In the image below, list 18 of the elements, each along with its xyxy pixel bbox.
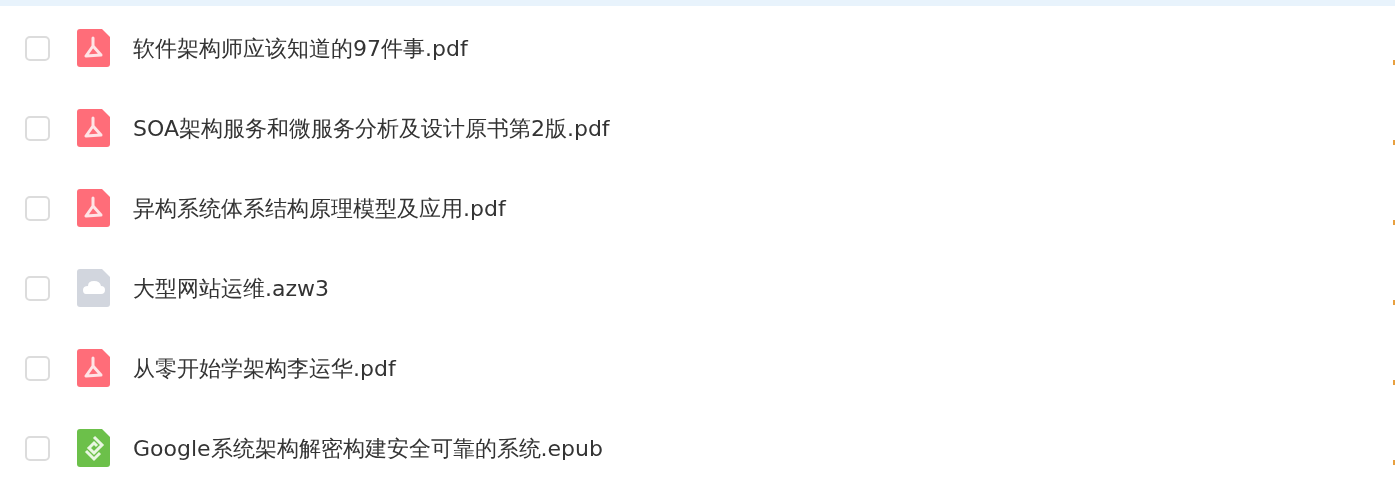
file-name[interactable]: 从零开始学架构李运华.pdf: [133, 351, 396, 385]
checkbox[interactable]: [25, 435, 50, 461]
checkbox[interactable]: [25, 195, 50, 221]
checkbox[interactable]: [25, 115, 50, 141]
pdf-file-icon: [77, 189, 110, 227]
file-name[interactable]: SOA架构服务和微服务分析及设计原书第2版.pdf: [133, 111, 610, 145]
checkbox[interactable]: [25, 355, 50, 381]
file-name[interactable]: 软件架构师应该知道的97件事.pdf: [133, 31, 468, 65]
pdf-file-icon: [77, 29, 110, 67]
checkbox[interactable]: [25, 275, 50, 301]
checkbox[interactable]: [25, 35, 50, 61]
file-name[interactable]: 大型网站运维.azw3: [133, 271, 329, 305]
epub-file-icon: [77, 429, 110, 467]
pdf-file-icon: [77, 349, 110, 387]
cloud-file-icon: [77, 269, 110, 307]
file-name[interactable]: Google系统架构解密构建安全可靠的系统.epub: [133, 431, 603, 465]
file-name[interactable]: 异构系统体系结构原理模型及应用.pdf: [133, 191, 506, 225]
pdf-file-icon: [77, 109, 110, 147]
